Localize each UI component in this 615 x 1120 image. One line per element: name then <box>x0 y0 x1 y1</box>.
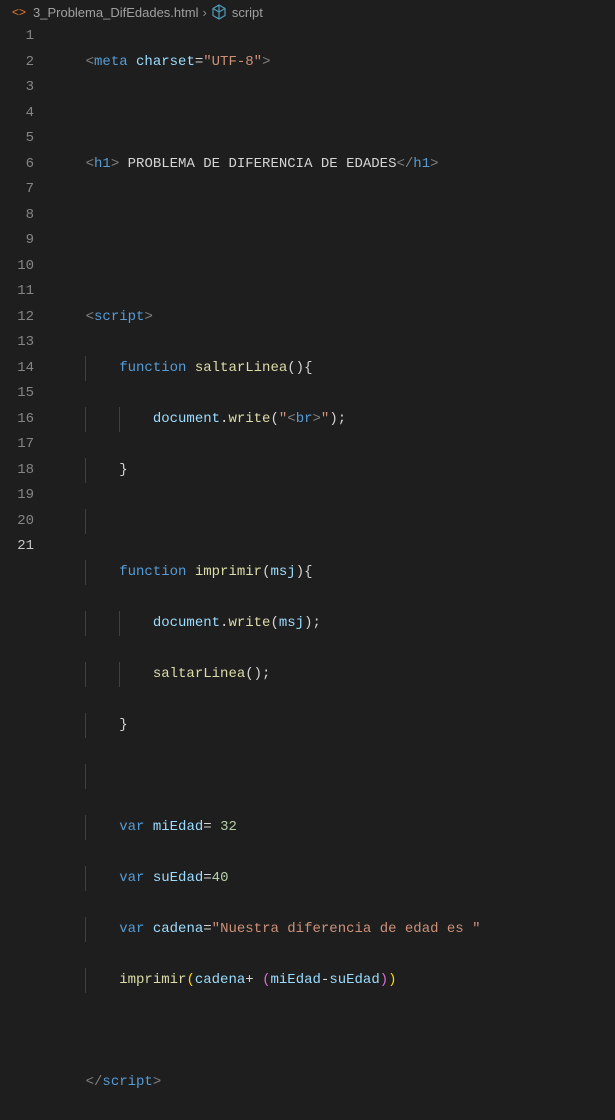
svg-text:<>: <> <box>12 5 26 19</box>
symbol-method-icon <box>211 4 227 20</box>
breadcrumb[interactable]: <> 3_Problema_DifEdades.html › script <box>0 0 615 24</box>
code-content[interactable]: <meta charset="UTF-8"> <h1> PROBLEMA DE … <box>52 24 615 1120</box>
breadcrumb-file[interactable]: 3_Problema_DifEdades.html <box>33 5 198 20</box>
html-file-icon: <> <box>12 4 28 20</box>
line-number-gutter: 123456789101112131415161718192021 <box>0 24 52 1120</box>
chevron-right-icon: › <box>202 5 206 20</box>
breadcrumb-symbol[interactable]: script <box>232 5 263 20</box>
code-editor[interactable]: 123456789101112131415161718192021 <meta … <box>0 24 615 1120</box>
